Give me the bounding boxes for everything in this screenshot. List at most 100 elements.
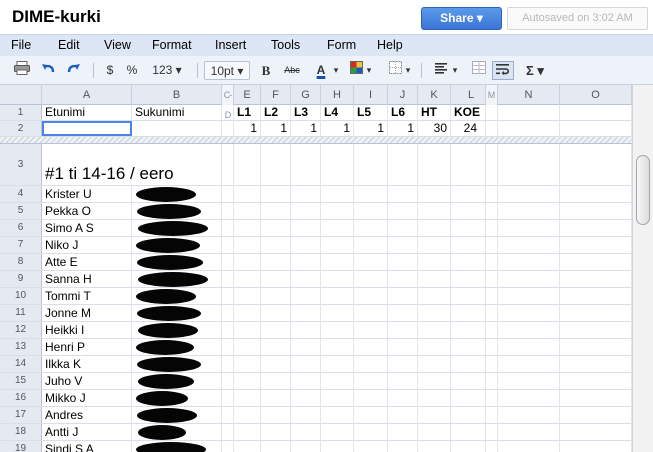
menu-tools[interactable]: Tools bbox=[271, 38, 300, 52]
grade-cell[interactable] bbox=[451, 305, 486, 321]
column-header-n[interactable]: N bbox=[498, 85, 560, 105]
grade-cell[interactable] bbox=[486, 220, 498, 236]
grade-cell[interactable] bbox=[486, 441, 498, 452]
grade-cell[interactable] bbox=[388, 390, 418, 406]
cell-sukunimi-header[interactable]: Sukunimi bbox=[132, 105, 222, 120]
row-header[interactable]: 11 bbox=[0, 305, 42, 321]
grade-cell[interactable] bbox=[418, 237, 451, 253]
grade-cell[interactable] bbox=[418, 390, 451, 406]
student-first-name-cell[interactable]: Atte E bbox=[42, 254, 132, 270]
grade-cell[interactable] bbox=[486, 271, 498, 287]
cell-n[interactable] bbox=[498, 144, 560, 185]
cell-l3-max[interactable]: 1 bbox=[291, 121, 321, 136]
fill-color-dropdown[interactable]: ▾ bbox=[364, 61, 374, 80]
grade-cell[interactable] bbox=[486, 424, 498, 440]
grade-cell[interactable] bbox=[486, 203, 498, 219]
bold-button[interactable]: B bbox=[259, 61, 273, 80]
grade-cell[interactable] bbox=[222, 322, 234, 338]
grade-cell[interactable] bbox=[354, 203, 388, 219]
grade-cell[interactable] bbox=[486, 356, 498, 372]
grade-cell[interactable] bbox=[388, 203, 418, 219]
grade-cell[interactable] bbox=[498, 373, 560, 389]
grade-cell[interactable] bbox=[486, 305, 498, 321]
student-first-name-cell[interactable]: Henri P bbox=[42, 339, 132, 355]
row-header[interactable]: 7 bbox=[0, 237, 42, 253]
grade-cell[interactable] bbox=[261, 305, 291, 321]
cell-k3[interactable] bbox=[418, 144, 451, 185]
grade-cell[interactable] bbox=[261, 373, 291, 389]
grade-cell[interactable] bbox=[560, 356, 632, 372]
student-first-name-cell[interactable]: Sindi S A bbox=[42, 441, 132, 452]
grade-cell[interactable] bbox=[321, 339, 354, 355]
grade-cell[interactable] bbox=[560, 373, 632, 389]
cell-n[interactable] bbox=[498, 105, 560, 120]
grade-cell[interactable] bbox=[234, 339, 261, 355]
grade-cell[interactable] bbox=[261, 254, 291, 270]
grade-cell[interactable] bbox=[560, 424, 632, 440]
grade-cell[interactable] bbox=[486, 407, 498, 423]
grade-cell[interactable] bbox=[234, 220, 261, 236]
grade-cell[interactable] bbox=[498, 322, 560, 338]
grade-cell[interactable] bbox=[261, 390, 291, 406]
grade-cell[interactable] bbox=[388, 305, 418, 321]
grade-cell[interactable] bbox=[486, 322, 498, 338]
grade-cell[interactable] bbox=[234, 305, 261, 321]
grade-cell[interactable] bbox=[222, 288, 234, 304]
student-first-name-cell[interactable]: Pekka O bbox=[42, 203, 132, 219]
cell-hidden[interactable] bbox=[486, 121, 498, 136]
grade-cell[interactable] bbox=[321, 288, 354, 304]
grade-cell[interactable] bbox=[291, 390, 321, 406]
grade-cell[interactable] bbox=[486, 390, 498, 406]
grade-cell[interactable] bbox=[498, 186, 560, 202]
row-header[interactable]: 4 bbox=[0, 186, 42, 202]
grade-cell[interactable] bbox=[222, 373, 234, 389]
grade-cell[interactable] bbox=[234, 424, 261, 440]
grade-cell[interactable] bbox=[222, 356, 234, 372]
grade-cell[interactable] bbox=[234, 407, 261, 423]
grade-cell[interactable] bbox=[321, 441, 354, 452]
align-icon[interactable] bbox=[434, 61, 448, 80]
merge-cells-icon[interactable] bbox=[471, 61, 487, 80]
column-header-g[interactable]: G bbox=[291, 85, 321, 105]
grade-cell[interactable] bbox=[451, 339, 486, 355]
grade-cell[interactable] bbox=[354, 305, 388, 321]
vertical-scrollbar[interactable] bbox=[632, 85, 653, 452]
cell-l2-header[interactable]: L2 bbox=[261, 105, 291, 120]
grade-cell[interactable] bbox=[451, 424, 486, 440]
cell-h3[interactable] bbox=[321, 144, 354, 185]
cell-l1-max[interactable]: 1 bbox=[234, 121, 261, 136]
cell-l3-header[interactable]: L3 bbox=[291, 105, 321, 120]
grade-cell[interactable] bbox=[321, 424, 354, 440]
grade-cell[interactable] bbox=[222, 254, 234, 270]
strikethrough-button[interactable]: Abc bbox=[282, 61, 302, 80]
grade-cell[interactable] bbox=[486, 373, 498, 389]
grade-cell[interactable] bbox=[261, 220, 291, 236]
row-header[interactable]: 2 bbox=[0, 121, 42, 136]
grade-cell[interactable] bbox=[234, 237, 261, 253]
grade-cell[interactable] bbox=[222, 237, 234, 253]
grade-cell[interactable] bbox=[261, 322, 291, 338]
grade-cell[interactable] bbox=[261, 237, 291, 253]
column-header-a[interactable]: A bbox=[42, 85, 132, 105]
grade-cell[interactable] bbox=[261, 271, 291, 287]
grade-cell[interactable] bbox=[418, 305, 451, 321]
grade-cell[interactable] bbox=[451, 390, 486, 406]
cell-ht-header[interactable]: HT bbox=[418, 105, 451, 120]
grade-cell[interactable] bbox=[354, 186, 388, 202]
grade-cell[interactable] bbox=[418, 424, 451, 440]
cell-j3[interactable] bbox=[388, 144, 418, 185]
grade-cell[interactable] bbox=[291, 203, 321, 219]
grade-cell[interactable] bbox=[234, 322, 261, 338]
grade-cell[interactable] bbox=[291, 322, 321, 338]
grade-cell[interactable] bbox=[234, 288, 261, 304]
grade-cell[interactable] bbox=[498, 271, 560, 287]
cell-o[interactable] bbox=[560, 144, 632, 185]
column-header-f[interactable]: F bbox=[261, 85, 291, 105]
grade-cell[interactable] bbox=[321, 203, 354, 219]
grade-cell[interactable] bbox=[222, 203, 234, 219]
column-header-i[interactable]: I bbox=[354, 85, 388, 105]
grade-cell[interactable] bbox=[560, 186, 632, 202]
grade-cell[interactable] bbox=[388, 322, 418, 338]
grade-cell[interactable] bbox=[291, 254, 321, 270]
grade-cell[interactable] bbox=[321, 322, 354, 338]
